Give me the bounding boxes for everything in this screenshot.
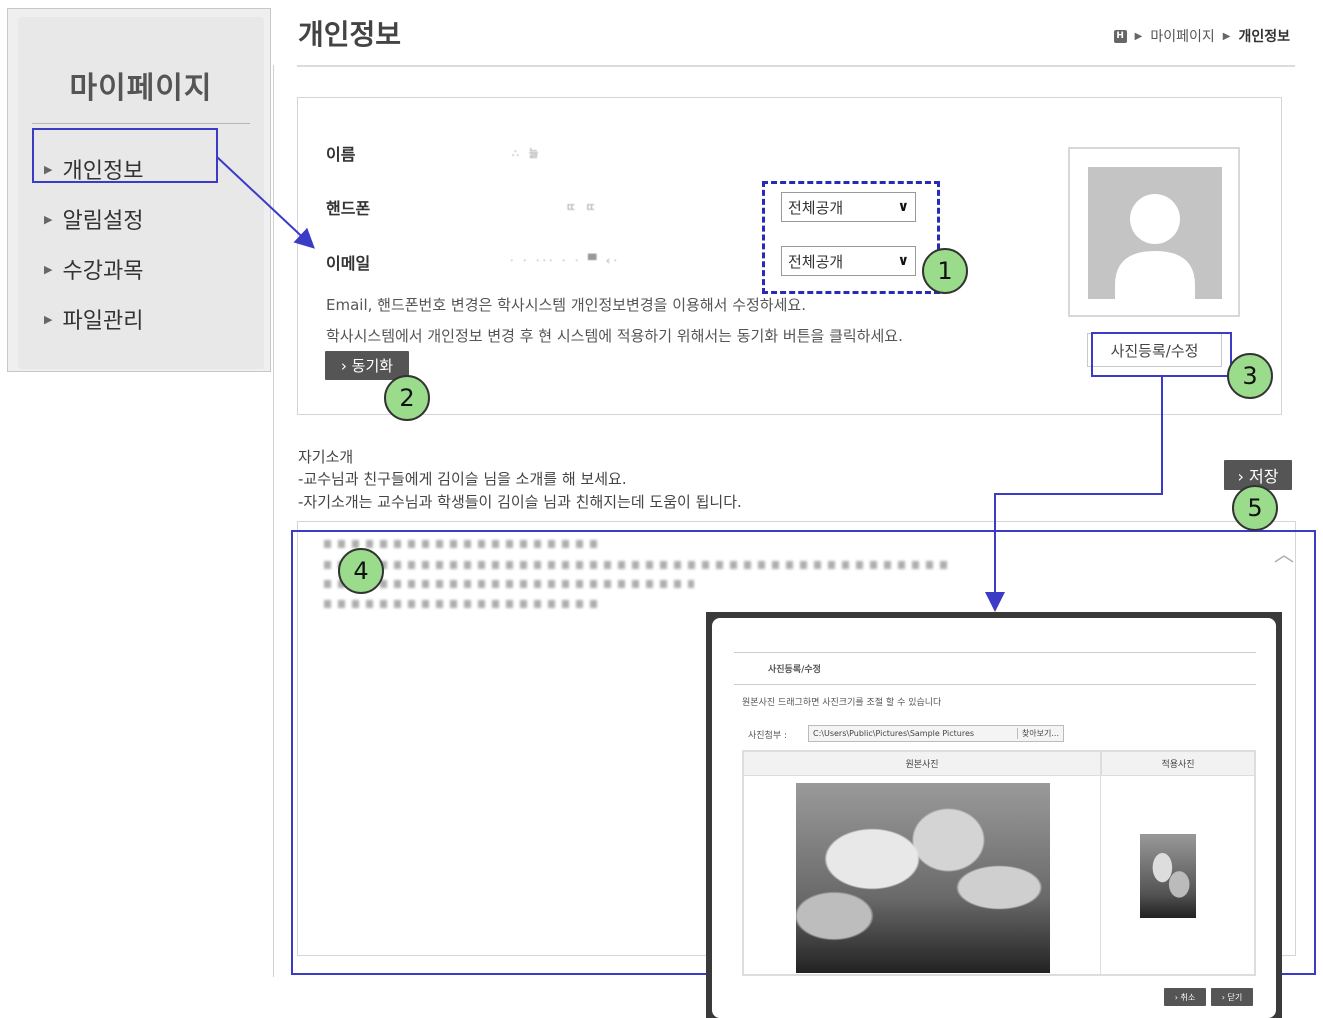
close-button[interactable]: › 닫기 xyxy=(1211,988,1253,1006)
photo-crop-table: 원본사진 적용사진 xyxy=(742,750,1256,976)
modal-divider xyxy=(734,652,1256,653)
callout-4: 4 xyxy=(338,548,384,594)
annotation-box-visibility xyxy=(762,181,940,294)
table-column-divider xyxy=(1100,752,1101,974)
callout-2: 2 xyxy=(384,375,430,421)
cancel-button[interactable]: › 취소 xyxy=(1164,988,1206,1006)
annotation-box-photo-button xyxy=(1091,332,1232,377)
file-path-value: C:\Users\Public\Pictures\Sample Pictures xyxy=(813,729,975,738)
callout-1: 1 xyxy=(922,248,968,294)
callout-5: 5 xyxy=(1232,485,1278,531)
original-photo-header: 원본사진 xyxy=(744,752,1100,776)
browse-button[interactable]: 찾아보기... xyxy=(1016,728,1063,739)
modal-divider xyxy=(734,684,1256,685)
applied-photo-image xyxy=(1140,834,1196,918)
modal-title: 사진등록/수정 xyxy=(768,665,821,675)
modal-instruction: 원본사진 드래그하면 사진크기를 조절 할 수 있습니다 xyxy=(742,698,942,708)
file-label: 사진첨부 : xyxy=(748,731,788,741)
callout-3: 3 xyxy=(1227,353,1273,399)
photo-modal-body: 사진등록/수정 원본사진 드래그하면 사진크기를 조절 할 수 있습니다 사진첨… xyxy=(712,618,1276,1018)
file-path-field[interactable]: C:\Users\Public\Pictures\Sample Pictures… xyxy=(808,725,1064,742)
original-photo-image[interactable] xyxy=(796,783,1050,973)
applied-photo-header: 적용사진 xyxy=(1101,752,1254,776)
annotation-arrow xyxy=(216,156,315,249)
photo-modal: 사진등록/수정 원본사진 드래그하면 사진크기를 조절 할 수 있습니다 사진첨… xyxy=(706,612,1282,1018)
annotation-box-sidebar xyxy=(32,128,218,183)
